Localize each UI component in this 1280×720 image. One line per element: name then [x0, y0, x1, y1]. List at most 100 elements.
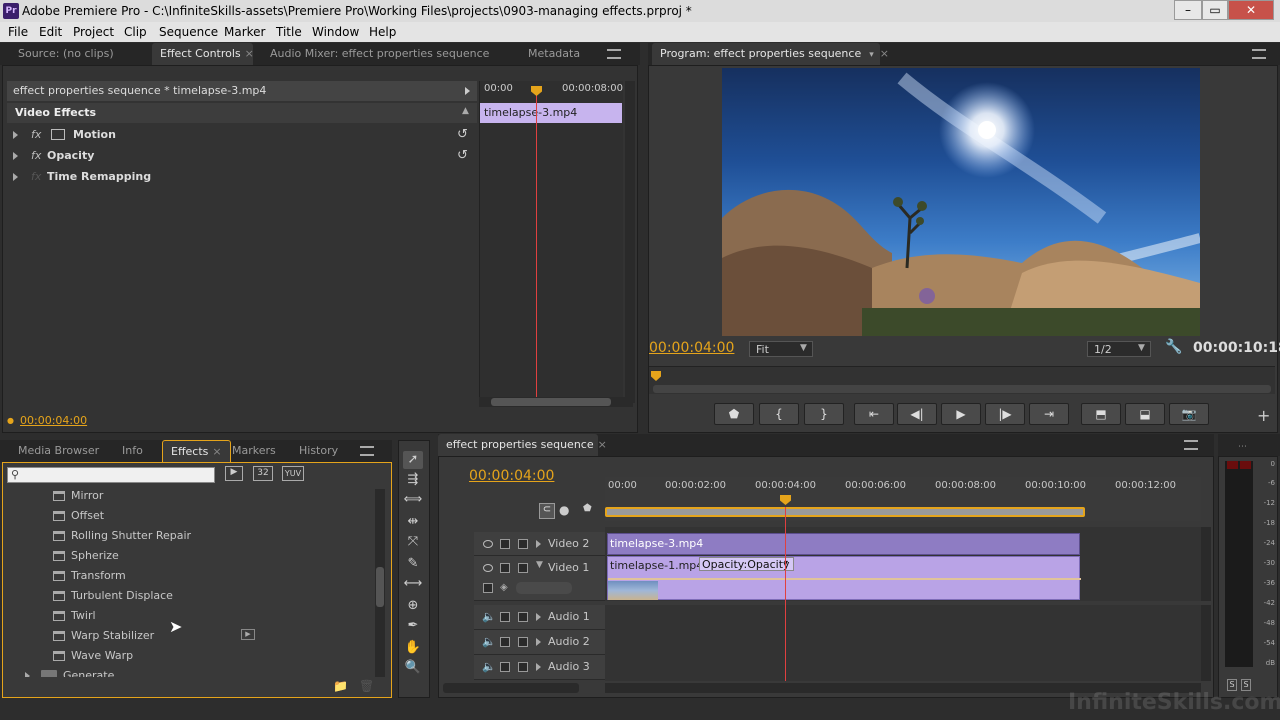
mark-out-button[interactable]: } — [804, 403, 844, 425]
snap-icon[interactable]: ⊂ — [539, 503, 555, 519]
collapse-icon[interactable]: ▲ — [462, 106, 469, 116]
track-select-tool-icon[interactable]: ⇶ — [403, 471, 423, 489]
program-current-timecode[interactable]: 00:00:04:00 — [649, 340, 734, 356]
panel-menu-icon[interactable] — [360, 446, 374, 456]
keyframe-icon[interactable]: ◈ — [500, 582, 508, 593]
effect-row-motion[interactable]: fx Motion ↺ — [7, 125, 477, 145]
film-icon[interactable] — [500, 539, 510, 549]
waveform-icon[interactable] — [500, 637, 510, 647]
scroll-thumb[interactable] — [376, 567, 384, 607]
effect-row-time-remapping[interactable]: fx Time Remapping — [7, 167, 477, 187]
tab-source[interactable]: Source: (no clips) — [10, 43, 122, 65]
menu-clip[interactable]: Clip — [124, 25, 147, 39]
waveform-icon[interactable] — [500, 612, 510, 622]
panel-menu-icon[interactable] — [1252, 49, 1266, 59]
speaker-icon[interactable]: 🔈 — [482, 635, 496, 648]
clip-timelapse-3[interactable]: timelapse-3.mp4 — [607, 533, 1080, 555]
tab-timeline-sequence[interactable]: effect properties sequence × — [438, 434, 607, 456]
menu-marker[interactable]: Marker — [224, 25, 265, 39]
disclosure-triangle-icon[interactable] — [536, 638, 541, 646]
minimize-button[interactable]: – — [1174, 0, 1202, 20]
disclosure-triangle-icon[interactable] — [536, 540, 541, 548]
disclosure-triangle-icon[interactable] — [25, 672, 30, 677]
timeline-ruler[interactable]: 00:00 00:00:02:00 00:00:04:00 00:00:06:0… — [605, 477, 1201, 521]
ripple-edit-tool-icon[interactable]: ⟺ — [403, 491, 423, 509]
extract-button[interactable]: ⬓ — [1125, 403, 1165, 425]
tab-history[interactable]: History — [291, 440, 346, 462]
waveform-icon[interactable] — [500, 662, 510, 672]
32-bit-filter-button[interactable]: 32 — [253, 466, 273, 481]
rolling-edit-tool-icon[interactable]: ⇹ — [403, 513, 423, 531]
wrench-icon[interactable]: 🔧 — [1165, 339, 1182, 355]
fx-icon[interactable]: fx — [31, 149, 41, 162]
tab-effects[interactable]: Effects × — [162, 440, 231, 462]
effects-scrollbar[interactable] — [375, 489, 385, 677]
lock-toggle-icon[interactable] — [518, 612, 528, 622]
add-marker-button[interactable]: ⬟ — [714, 403, 754, 425]
work-area-bar[interactable] — [605, 507, 1085, 517]
lift-button[interactable]: ⬒ — [1081, 403, 1121, 425]
ec-vertical-scrollbar[interactable] — [625, 81, 635, 403]
expand-icon[interactable] — [465, 87, 470, 95]
play-button[interactable]: ▶ — [941, 403, 981, 425]
ec-timecode[interactable]: 00:00:04:00 — [20, 414, 87, 427]
panel-menu-icon[interactable] — [607, 49, 621, 59]
track-header-scrollbar[interactable] — [443, 683, 579, 693]
program-playhead-icon[interactable] — [651, 371, 661, 381]
selection-tool-icon[interactable]: ➚ — [403, 451, 423, 469]
fx-icon[interactable]: fx — [31, 128, 41, 141]
menu-project[interactable]: Project — [73, 25, 114, 39]
tab-metadata[interactable]: Metadata — [520, 43, 588, 65]
speaker-icon[interactable]: 🔈 — [482, 660, 496, 673]
slide-tool-icon[interactable]: ⊕ — [403, 597, 423, 615]
panel-menu-icon[interactable] — [1184, 440, 1198, 450]
close-icon[interactable]: × — [598, 438, 607, 451]
close-icon[interactable]: × — [212, 445, 221, 458]
menu-title[interactable]: Title — [276, 25, 302, 39]
program-scrub-bar[interactable] — [649, 366, 1275, 394]
add-button-icon[interactable]: + — [1257, 406, 1270, 425]
eye-icon[interactable] — [483, 540, 493, 548]
speaker-icon[interactable]: 🔈 — [482, 610, 496, 623]
opacity-menu[interactable]: Opacity:Opacity ▾ — [699, 557, 794, 571]
dropdown-icon[interactable]: ▾ — [869, 50, 874, 60]
lock-toggle-icon[interactable] — [518, 563, 528, 573]
keyframe-nav-control[interactable] — [516, 582, 572, 594]
clip-timelapse-1[interactable]: timelapse-1.mp4 Opacity:Opacity ▾ — [607, 556, 1081, 600]
go-to-in-button[interactable]: ⇤ — [854, 403, 894, 425]
clip-indicator-right[interactable] — [1240, 461, 1251, 469]
film-icon[interactable] — [500, 563, 510, 573]
yuv-filter-button[interactable]: YUV — [282, 466, 304, 481]
tab-info[interactable]: Info — [114, 440, 151, 462]
step-back-button[interactable]: ◀| — [897, 403, 937, 425]
program-video-frame[interactable] — [722, 68, 1200, 336]
tab-audio-mixer[interactable]: Audio Mixer: effect properties sequence — [262, 43, 497, 65]
disclosure-triangle-icon[interactable] — [13, 131, 18, 139]
eye-icon[interactable] — [483, 564, 493, 572]
export-frame-button[interactable]: 📷 — [1169, 403, 1209, 425]
timeline-timecode[interactable]: 00:00:04:00 — [469, 468, 554, 484]
menu-help[interactable]: Help — [369, 25, 396, 39]
razor-tool-icon[interactable]: ✎ — [403, 555, 423, 573]
tab-markers[interactable]: Markers — [224, 440, 284, 462]
resolution-select[interactable]: 1/2 ▼ — [1087, 341, 1151, 357]
ec-horizontal-scrollbar[interactable] — [479, 397, 633, 407]
disclosure-triangle-icon[interactable] — [536, 613, 541, 621]
tab-program[interactable]: Program: effect properties sequence ▾ × — [652, 43, 889, 65]
close-icon[interactable]: × — [245, 47, 254, 60]
pen-tool-icon[interactable]: ✒ — [403, 617, 423, 635]
close-icon[interactable]: × — [880, 47, 889, 60]
lock-toggle-icon[interactable] — [518, 662, 528, 672]
effects-search-input[interactable]: ⚲ — [7, 467, 215, 483]
reset-icon[interactable]: ↺ — [457, 127, 468, 142]
disclosure-triangle-icon[interactable] — [13, 173, 18, 181]
mark-in-button[interactable]: { — [759, 403, 799, 425]
ec-playhead-icon[interactable] — [531, 86, 542, 96]
program-zoom-bar[interactable] — [653, 385, 1271, 393]
zoom-tool-icon[interactable]: 🔍 — [403, 659, 423, 677]
set-encore-marker-icon[interactable]: ● — [559, 503, 569, 517]
reset-icon[interactable]: ↺ — [457, 148, 468, 163]
rate-stretch-tool-icon[interactable]: ⤧ — [403, 533, 423, 551]
add-marker-icon[interactable]: ⬟ — [583, 503, 592, 514]
expanded-triangle-icon[interactable]: ▼ — [536, 560, 543, 570]
